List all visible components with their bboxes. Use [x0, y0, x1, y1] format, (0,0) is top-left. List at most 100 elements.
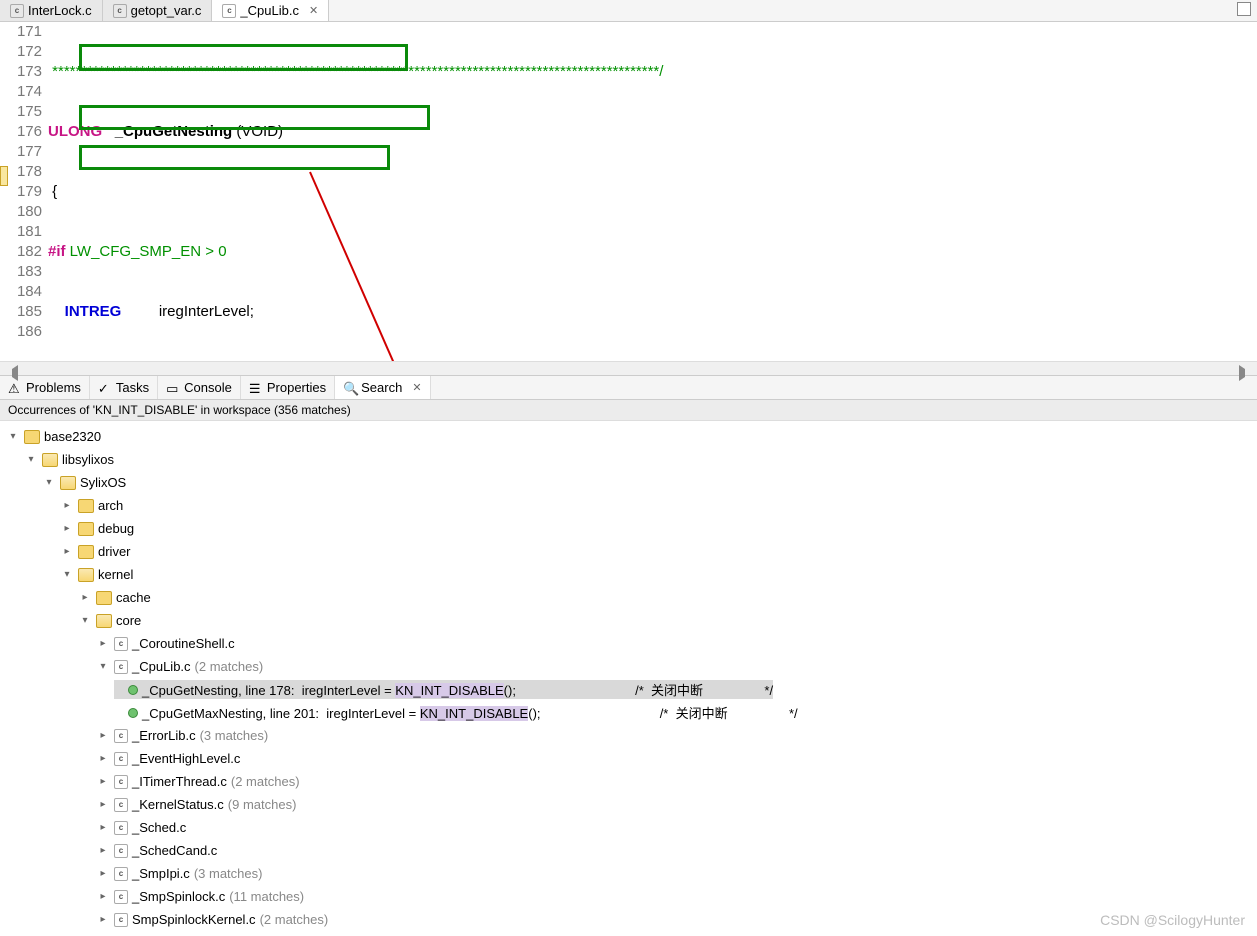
- c-file-icon: c: [222, 4, 236, 18]
- file-node[interactable]: ▸c_KernelStatus.c (9 matches): [6, 793, 1257, 816]
- c-file-icon: c: [114, 752, 128, 766]
- tab-label: _CpuLib.c: [240, 3, 299, 18]
- c-file-icon: c: [114, 798, 128, 812]
- maximize-button[interactable]: [1237, 2, 1251, 16]
- twisty-icon[interactable]: ▸: [96, 845, 110, 856]
- tab-label: InterLock.c: [28, 3, 92, 18]
- watermark: CSDN @ScilogyHunter: [1100, 912, 1245, 928]
- properties-icon: ☰: [249, 381, 263, 395]
- match-count: (2 matches): [195, 659, 264, 674]
- folder-node[interactable]: ▸arch: [6, 494, 1257, 517]
- file-node[interactable]: ▸ c _Sched.c: [6, 816, 1257, 839]
- folder-icon: [42, 453, 58, 467]
- tab-search[interactable]: 🔍Search✕: [335, 376, 430, 399]
- close-icon[interactable]: ✕: [309, 4, 318, 17]
- twisty-icon[interactable]: ▸: [96, 914, 110, 925]
- tasks-icon: ✓: [98, 381, 112, 395]
- folder-node[interactable]: ▾kernel: [6, 563, 1257, 586]
- twisty-icon[interactable]: ▸: [96, 638, 110, 649]
- twisty-icon[interactable]: ▸: [96, 776, 110, 787]
- twisty-expanded-icon[interactable]: ▾: [24, 454, 38, 465]
- c-file-icon: c: [114, 821, 128, 835]
- search-tree[interactable]: ▾base2320 ▾libsylixos ▾SylixOS ▸arch ▸de…: [0, 421, 1257, 936]
- tab-label: getopt_var.c: [131, 3, 202, 18]
- c-file-icon: c: [114, 660, 128, 674]
- project-icon: [24, 430, 40, 444]
- folder-icon: [78, 522, 94, 536]
- code-content[interactable]: ****************************************…: [46, 22, 1257, 361]
- file-node[interactable]: ▸c_SmpSpinlock.c (11 matches): [6, 885, 1257, 908]
- tab-console[interactable]: ▭Console: [158, 376, 241, 399]
- c-file-icon: c: [114, 775, 128, 789]
- search-summary: Occurrences of 'KN_INT_DISABLE' in works…: [0, 400, 1257, 421]
- match-bullet-icon: [128, 685, 138, 695]
- result-text: _CpuGetMaxNesting, line 201: iregInterLe…: [142, 703, 798, 722]
- result-text: _CpuGetNesting, line 178: iregInterLevel…: [142, 680, 773, 699]
- folder-node[interactable]: ▸driver: [6, 540, 1257, 563]
- view-tabs: ⚠Problems ✓Tasks ▭Console ☰Properties 🔍S…: [0, 376, 1257, 400]
- match-count: (2 matches): [260, 912, 329, 927]
- file-node[interactable]: ▸ c _ITimerThread.c (2 matches): [6, 770, 1257, 793]
- search-result[interactable]: _CpuGetMaxNesting, line 201: iregInterLe…: [6, 701, 1257, 724]
- search-icon: 🔍: [343, 381, 357, 395]
- file-name: _ITimerThread.c: [132, 774, 227, 789]
- file-node[interactable]: ▾c_CpuLib.c (2 matches): [6, 655, 1257, 678]
- c-file-icon: c: [10, 4, 24, 18]
- twisty-collapsed-icon[interactable]: ▸: [60, 500, 74, 511]
- close-icon[interactable]: ✕: [412, 381, 421, 394]
- tab-getopt[interactable]: c getopt_var.c: [103, 0, 213, 21]
- folder-node[interactable]: ▸debug: [6, 517, 1257, 540]
- code-area[interactable]: 171172173174 175176177178 179180181182 1…: [0, 22, 1257, 361]
- file-node[interactable]: ▸cSmpSpinlockKernel.c (2 matches): [6, 908, 1257, 931]
- tab-tasks[interactable]: ✓Tasks: [90, 376, 158, 399]
- file-name: _CoroutineShell.c: [132, 636, 235, 651]
- file-node[interactable]: ▸ c _CoroutineShell.c: [6, 632, 1257, 655]
- editor-tabs: c InterLock.c c getopt_var.c c _CpuLib.c ✕: [0, 0, 1257, 22]
- folder-icon: [60, 476, 76, 490]
- console-icon: ▭: [166, 381, 180, 395]
- match-count: (9 matches): [228, 797, 297, 812]
- file-node[interactable]: ▸c_ErrorLib.c (3 matches): [6, 724, 1257, 747]
- file-name: _ErrorLib.c: [132, 728, 196, 743]
- bottom-pane: ⚠Problems ✓Tasks ▭Console ☰Properties 🔍S…: [0, 376, 1257, 936]
- file-node[interactable]: ▸c_EventHighLevel.c: [6, 747, 1257, 770]
- twisty-expanded-icon[interactable]: ▾: [60, 569, 74, 580]
- twisty-expanded-icon[interactable]: ▾: [78, 615, 92, 626]
- file-node[interactable]: ▸c_SchedCand.c: [6, 839, 1257, 862]
- match-count: (3 matches): [200, 728, 269, 743]
- twisty-icon[interactable]: ▸: [96, 822, 110, 833]
- horizontal-scrollbar[interactable]: [0, 361, 1257, 375]
- match-count: (2 matches): [231, 774, 300, 789]
- c-file-icon: c: [113, 4, 127, 18]
- tab-interlock[interactable]: c InterLock.c: [0, 0, 103, 21]
- file-name: _SchedCand.c: [132, 843, 217, 858]
- folder-icon: [78, 499, 94, 513]
- c-file-icon: c: [114, 637, 128, 651]
- twisty-collapsed-icon[interactable]: ▸: [60, 546, 74, 557]
- folder-node[interactable]: ▾libsylixos: [6, 448, 1257, 471]
- occurrence-marker: [0, 166, 8, 186]
- twisty-icon[interactable]: ▸: [96, 799, 110, 810]
- project-node[interactable]: ▾base2320: [6, 425, 1257, 448]
- twisty-expanded-icon[interactable]: ▾: [6, 431, 20, 442]
- twisty-collapsed-icon[interactable]: ▸: [60, 523, 74, 534]
- twisty-icon[interactable]: ▸: [96, 891, 110, 902]
- twisty-icon[interactable]: ▸: [96, 753, 110, 764]
- folder-icon: [78, 568, 94, 582]
- search-result[interactable]: _CpuGetNesting, line 178: iregInterLevel…: [6, 678, 1257, 701]
- twisty-icon[interactable]: ▸: [96, 868, 110, 879]
- file-name: _Sched.c: [132, 820, 186, 835]
- twisty-collapsed-icon[interactable]: ▸: [78, 592, 92, 603]
- file-node[interactable]: ▸c_SmpIpi.c (3 matches): [6, 862, 1257, 885]
- folder-node[interactable]: ▾SylixOS: [6, 471, 1257, 494]
- c-file-icon: c: [114, 913, 128, 927]
- folder-icon: [78, 545, 94, 559]
- twisty-icon[interactable]: ▾: [96, 661, 110, 672]
- folder-icon: [96, 591, 112, 605]
- folder-node[interactable]: ▸cache: [6, 586, 1257, 609]
- tab-cpulib[interactable]: c _CpuLib.c ✕: [212, 0, 329, 21]
- twisty-icon[interactable]: ▸: [96, 730, 110, 741]
- twisty-expanded-icon[interactable]: ▾: [42, 477, 56, 488]
- tab-properties[interactable]: ☰Properties: [241, 376, 335, 399]
- folder-node[interactable]: ▾core: [6, 609, 1257, 632]
